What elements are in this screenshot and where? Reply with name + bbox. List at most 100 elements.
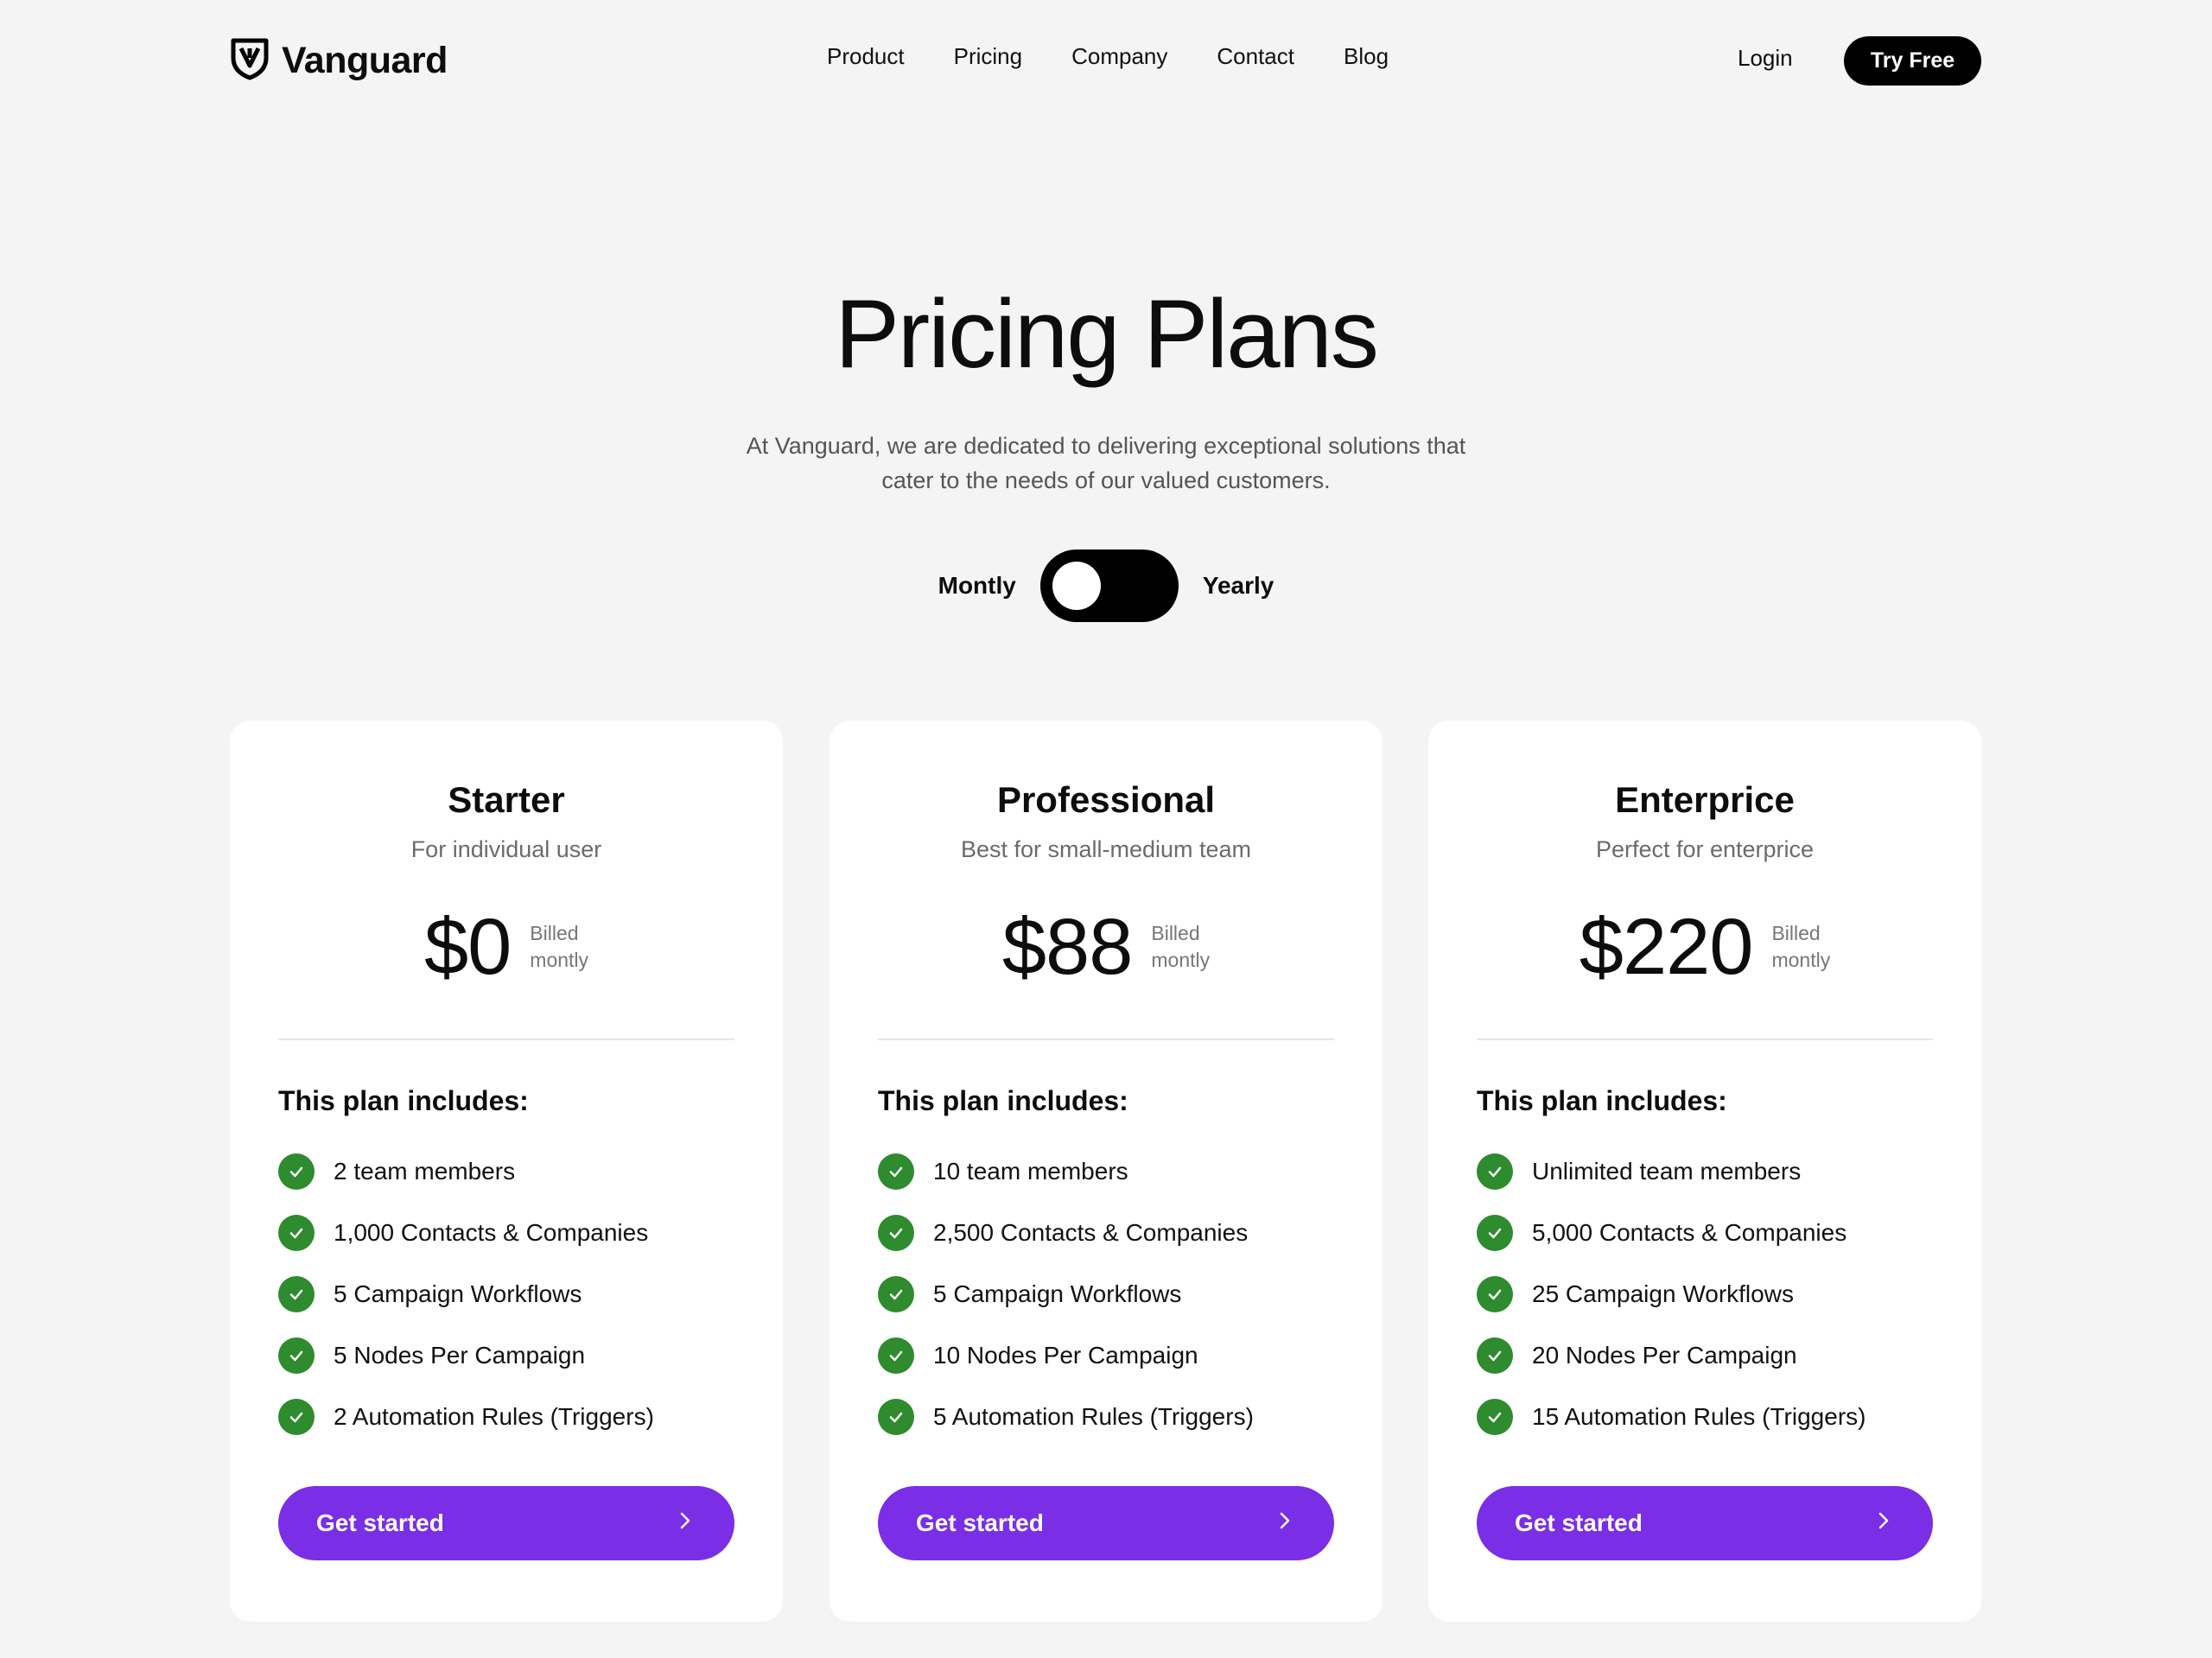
try-free-button[interactable]: Try Free xyxy=(1844,36,1981,86)
brand-name: Vanguard xyxy=(282,39,448,81)
feature-item: 1,000 Contacts & Companies xyxy=(278,1202,654,1263)
feature-text: 10 team members xyxy=(933,1157,1128,1185)
plan-card-starter: Starter For individual user $0 Billed mo… xyxy=(230,721,783,1622)
plan-description: For individual user xyxy=(410,836,602,862)
feature-list: 10 team members 2,500 Contacts & Compani… xyxy=(878,1140,1254,1447)
get-started-label: Get started xyxy=(316,1509,444,1536)
feature-text: 5 Campaign Workflows xyxy=(933,1280,1182,1307)
billing-period-line1: Billed xyxy=(1771,922,1821,944)
check-icon xyxy=(878,1398,914,1435)
feature-item: 5 Automation Rules (Triggers) xyxy=(878,1386,1254,1447)
feature-text: Unlimited team members xyxy=(1532,1157,1802,1185)
nav-company[interactable]: Company xyxy=(1071,43,1167,70)
plan-includes-heading: This plan includes: xyxy=(1477,1085,1727,1116)
check-icon xyxy=(278,1214,315,1251)
get-started-label: Get started xyxy=(1515,1509,1643,1536)
nav-contact[interactable]: Contact xyxy=(1217,43,1294,70)
login-link[interactable]: Login xyxy=(1738,45,1793,72)
feature-item: 20 Nodes Per Campaign xyxy=(1477,1324,1866,1386)
chevron-right-icon xyxy=(674,1509,696,1538)
feature-text: 25 Campaign Workflows xyxy=(1532,1280,1794,1307)
feature-item: 2 team members xyxy=(278,1140,654,1202)
nav-product[interactable]: Product xyxy=(827,43,905,70)
feature-text: 5 Automation Rules (Triggers) xyxy=(933,1402,1254,1430)
plan-price: $88 xyxy=(1001,902,1133,991)
plan-name: Professional xyxy=(996,779,1216,820)
plan-price: $220 xyxy=(1579,902,1754,991)
plan-price-row: $0 Billed montly xyxy=(230,902,783,991)
feature-item: 5,000 Contacts & Companies xyxy=(1477,1202,1866,1263)
main-nav: Product Pricing Company Contact Blog xyxy=(827,43,1389,70)
plan-includes-heading: This plan includes: xyxy=(278,1085,529,1116)
feature-text: 2 Automation Rules (Triggers) xyxy=(334,1402,654,1430)
feature-text: 1,000 Contacts & Companies xyxy=(334,1218,649,1246)
feature-item: 5 Campaign Workflows xyxy=(278,1263,654,1324)
site-header: Vanguard Product Pricing Company Contact… xyxy=(0,0,2212,121)
plan-name: Enterprice xyxy=(1615,779,1795,820)
billing-period-line2: montly xyxy=(1771,949,1831,971)
feature-item: 25 Campaign Workflows xyxy=(1477,1263,1866,1324)
feature-text: 2 team members xyxy=(334,1157,516,1185)
brand-logo[interactable]: Vanguard xyxy=(230,36,448,85)
feature-text: 5 Nodes Per Campaign xyxy=(334,1341,586,1369)
billing-yearly-label[interactable]: Yearly xyxy=(1203,572,1274,600)
check-icon xyxy=(1477,1153,1513,1190)
nav-pricing[interactable]: Pricing xyxy=(954,43,1022,70)
check-icon xyxy=(878,1275,914,1312)
get-started-button[interactable]: Get started xyxy=(1477,1486,1933,1560)
get-started-button[interactable]: Get started xyxy=(878,1486,1334,1560)
feature-list: Unlimited team members 5,000 Contacts & … xyxy=(1477,1140,1866,1447)
feature-text: 5 Campaign Workflows xyxy=(334,1280,582,1307)
plan-price-row: $88 Billed montly xyxy=(830,902,1382,991)
plan-card-professional: Professional Best for small-medium team … xyxy=(830,721,1382,1622)
divider xyxy=(278,1039,734,1040)
feature-text: 2,500 Contacts & Companies xyxy=(933,1218,1249,1246)
check-icon xyxy=(1477,1214,1513,1251)
pricing-page: Vanguard Product Pricing Company Contact… xyxy=(0,0,2212,1658)
billing-period: Billed montly xyxy=(1771,920,1830,974)
check-icon xyxy=(278,1398,315,1435)
billing-period: Billed montly xyxy=(1151,920,1210,974)
check-icon xyxy=(878,1337,914,1374)
billing-period-line2: montly xyxy=(530,949,589,971)
feature-item: 15 Automation Rules (Triggers) xyxy=(1477,1386,1866,1447)
feature-text: 5,000 Contacts & Companies xyxy=(1532,1218,1847,1246)
plan-includes-heading: This plan includes: xyxy=(878,1085,1128,1116)
switch-knob xyxy=(1052,562,1101,610)
feature-item: 10 team members xyxy=(878,1140,1254,1202)
billing-period-line2: montly xyxy=(1151,949,1211,971)
feature-text: 15 Automation Rules (Triggers) xyxy=(1532,1402,1866,1430)
chevron-right-icon xyxy=(1274,1509,1296,1538)
billing-monthly-label[interactable]: Montly xyxy=(938,572,1016,600)
feature-item: 5 Nodes Per Campaign xyxy=(278,1324,654,1386)
feature-item: 5 Campaign Workflows xyxy=(878,1263,1254,1324)
billing-switch[interactable] xyxy=(1039,549,1179,622)
feature-list: 2 team members 1,000 Contacts & Companie… xyxy=(278,1140,654,1447)
nav-blog[interactable]: Blog xyxy=(1344,43,1389,70)
divider xyxy=(1477,1039,1933,1040)
shield-v-icon xyxy=(230,37,270,85)
billing-toggle: Montly Yearly xyxy=(0,549,2212,622)
feature-text: 10 Nodes Per Campaign xyxy=(933,1341,1198,1369)
billing-period-line1: Billed xyxy=(530,922,579,944)
check-icon xyxy=(278,1153,315,1190)
feature-item: 2,500 Contacts & Companies xyxy=(878,1202,1254,1263)
check-icon xyxy=(1477,1275,1513,1312)
plan-description: Best for small-medium team xyxy=(960,836,1252,862)
billing-period: Billed montly xyxy=(530,920,588,974)
check-icon xyxy=(1477,1398,1513,1435)
plan-price-row: $220 Billed montly xyxy=(1428,902,1981,991)
plan-card-enterprice: Enterprice Perfect for enterprice $220 B… xyxy=(1428,721,1981,1622)
check-icon xyxy=(278,1337,315,1374)
plan-price: $0 xyxy=(423,902,512,991)
check-icon xyxy=(1477,1337,1513,1374)
get-started-button[interactable]: Get started xyxy=(278,1486,734,1560)
page-subtitle: At Vanguard, we are dedicated to deliver… xyxy=(674,429,1538,498)
feature-item: 2 Automation Rules (Triggers) xyxy=(278,1386,654,1447)
page-title: Pricing Plans xyxy=(835,280,1379,388)
check-icon xyxy=(878,1214,914,1251)
chevron-right-icon xyxy=(1872,1509,1895,1538)
check-icon xyxy=(878,1153,914,1190)
plan-description: Perfect for enterprice xyxy=(1595,836,1815,862)
feature-item: 10 Nodes Per Campaign xyxy=(878,1324,1254,1386)
